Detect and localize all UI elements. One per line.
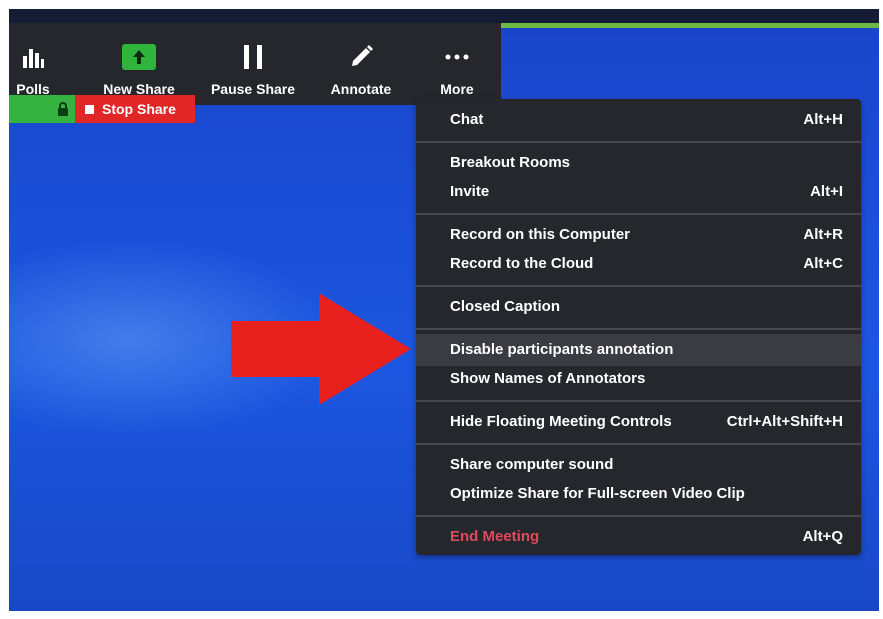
ellipsis-icon [425, 43, 489, 71]
menu-separator [416, 443, 861, 445]
menu-item-label: Closed Caption [450, 298, 561, 315]
stop-share-button[interactable]: Stop Share [75, 95, 195, 123]
menu-separator [416, 285, 861, 287]
pause-icon [205, 43, 301, 71]
lock-icon [57, 102, 69, 121]
menu-item-closed-caption[interactable]: Closed Caption [416, 293, 861, 321]
new-share-button[interactable]: New Share [91, 23, 187, 105]
menu-separator [416, 515, 861, 517]
menu-item-optimize-share[interactable]: Optimize Share for Full-screen Video Cli… [416, 480, 861, 508]
menu-item-shortcut: Alt+R [803, 226, 843, 243]
polls-button[interactable]: Polls [9, 23, 57, 105]
menu-item-shortcut: Alt+Q [802, 528, 843, 545]
menu-item-disable-annotation[interactable]: Disable participants annotation [416, 334, 861, 366]
stop-share-label: Stop Share [102, 101, 176, 117]
menu-item-chat[interactable]: Chat Alt+H [416, 106, 861, 134]
menu-separator [416, 328, 861, 330]
menu-item-record-cloud[interactable]: Record to the Cloud Alt+C [416, 250, 861, 278]
annotate-button[interactable]: Annotate [321, 23, 401, 105]
menu-item-end-meeting[interactable]: End Meeting Alt+Q [416, 523, 861, 551]
red-arrow-annotation [231, 293, 417, 410]
more-button[interactable]: More [425, 23, 489, 105]
screen-share-border [501, 23, 879, 28]
menu-item-show-annotator-names[interactable]: Show Names of Annotators [416, 365, 861, 393]
menu-item-label: Chat [450, 111, 484, 128]
menu-item-label: Invite [450, 183, 490, 200]
bar-chart-icon [9, 43, 57, 71]
menu-item-label: Share computer sound [450, 456, 614, 473]
menu-item-invite[interactable]: Invite Alt+I [416, 178, 861, 206]
screen: Polls New Share Pause Share Annotate Mor… [9, 9, 879, 611]
pencil-icon [321, 43, 401, 71]
menu-item-label: Record on this Computer [450, 226, 631, 243]
pause-share-button[interactable]: Pause Share [205, 23, 301, 105]
menu-item-shortcut: Ctrl+Alt+Shift+H [726, 413, 843, 430]
menu-item-label: Record to the Cloud [450, 255, 594, 272]
security-indicator[interactable] [9, 95, 75, 123]
upload-arrow-icon [91, 43, 187, 71]
annotate-label: Annotate [330, 81, 392, 97]
menu-item-shortcut: Alt+H [803, 111, 843, 128]
menu-item-breakout-rooms[interactable]: Breakout Rooms [416, 149, 861, 177]
menu-separator [416, 141, 861, 143]
share-status-bar: Stop Share [9, 95, 195, 123]
menu-separator [416, 400, 861, 402]
menu-item-label: Hide Floating Meeting Controls [450, 413, 672, 430]
menu-item-label: Disable participants annotation [450, 341, 674, 358]
menu-separator [416, 213, 861, 215]
more-menu: Chat Alt+H Breakout Rooms Invite Alt+I R… [416, 99, 861, 555]
menu-item-shortcut: Alt+I [810, 183, 843, 200]
menu-item-label: Optimize Share for Full-screen Video Cli… [450, 485, 745, 502]
menu-item-label: Breakout Rooms [450, 154, 571, 171]
menu-item-record-computer[interactable]: Record on this Computer Alt+R [416, 221, 861, 249]
menu-item-hide-floating-controls[interactable]: Hide Floating Meeting Controls Ctrl+Alt+… [416, 408, 861, 436]
meeting-toolbar: Polls New Share Pause Share Annotate Mor… [9, 23, 501, 105]
menu-item-share-computer-sound[interactable]: Share computer sound [416, 451, 861, 479]
more-label: More [440, 81, 474, 97]
pause-share-label: Pause Share [210, 81, 296, 97]
menu-item-label: End Meeting [450, 528, 540, 545]
stop-square-icon [85, 104, 94, 114]
menu-item-label: Show Names of Annotators [450, 370, 646, 387]
menu-item-shortcut: Alt+C [803, 255, 843, 272]
top-edge-bar [9, 9, 879, 23]
